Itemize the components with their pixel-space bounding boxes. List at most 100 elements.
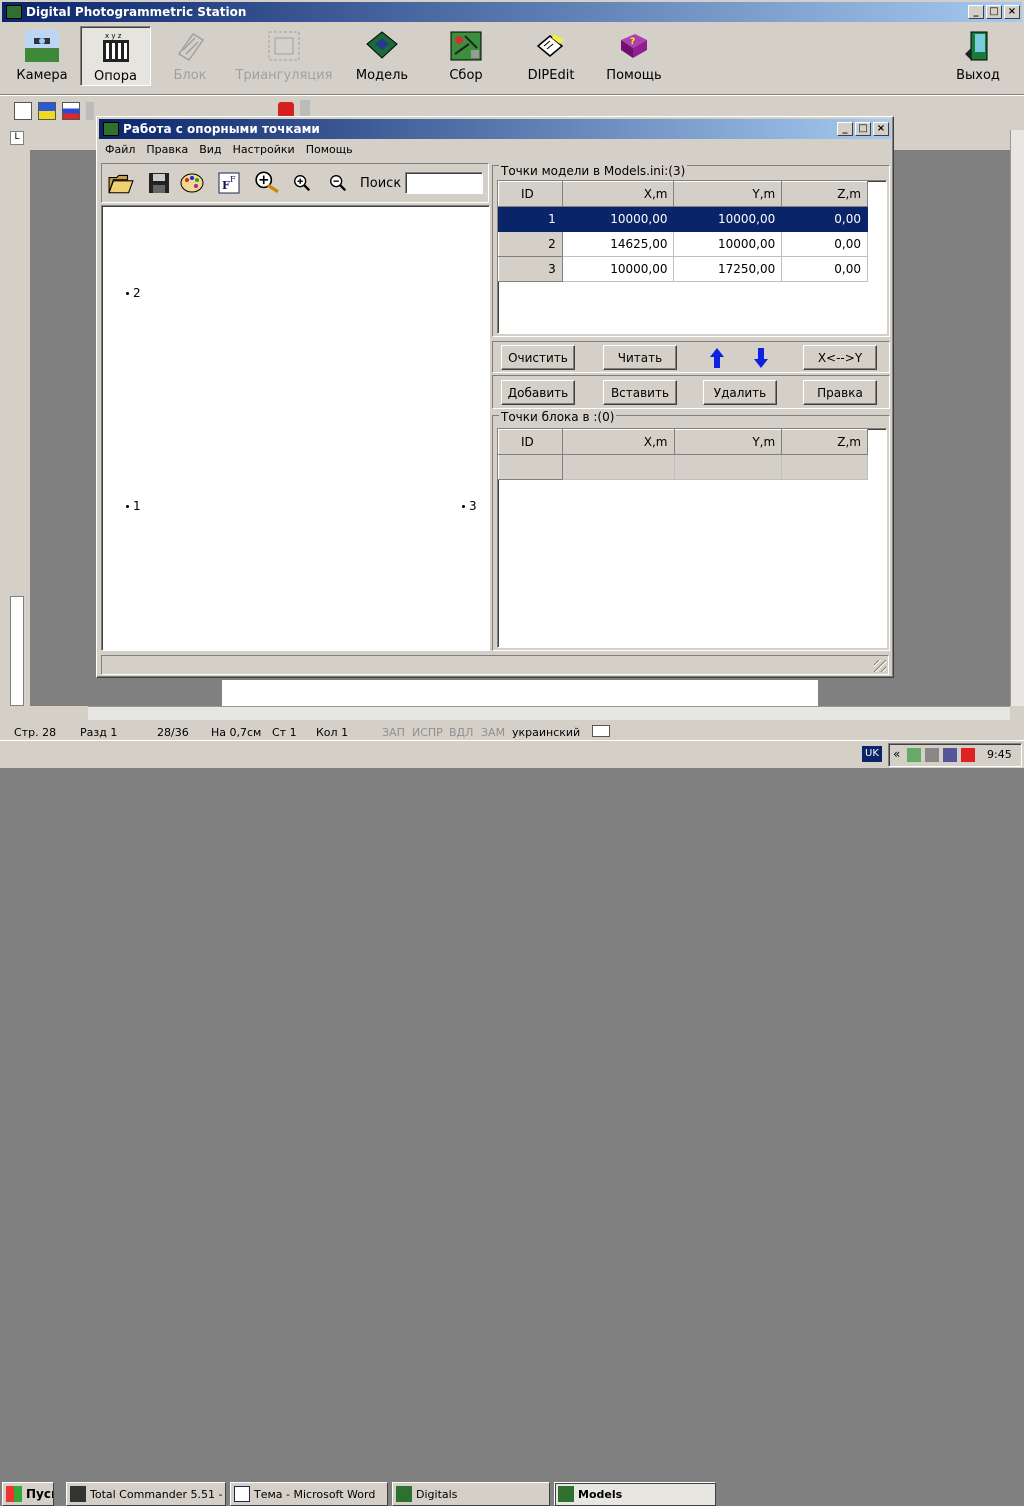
save-disk-icon[interactable] bbox=[148, 172, 170, 194]
resize-grip-icon[interactable] bbox=[874, 660, 886, 672]
font-icon[interactable]: FF bbox=[218, 172, 240, 194]
cell-id[interactable]: 3 bbox=[498, 256, 563, 282]
word-vscroll[interactable] bbox=[1010, 130, 1024, 706]
menu-help[interactable]: Помощь bbox=[306, 143, 353, 156]
task-models[interactable]: Models bbox=[554, 1482, 716, 1506]
col-id[interactable]: ID bbox=[498, 181, 563, 207]
word-view-buttons[interactable] bbox=[10, 706, 86, 720]
table-row[interactable]: 2 14625,00 10000,00 0,00 bbox=[498, 231, 868, 257]
cell-x[interactable]: 14625,00 bbox=[562, 231, 675, 257]
tray-expand-icon[interactable]: « bbox=[893, 747, 900, 761]
task-digitals[interactable]: Digitals bbox=[392, 1482, 550, 1506]
swap-xy-button[interactable]: X<-->Y bbox=[803, 345, 877, 370]
toolbar-camera-button[interactable]: Камера bbox=[12, 26, 72, 84]
cell-z[interactable]: 0,00 bbox=[781, 256, 868, 282]
menu-settings[interactable]: Настройки bbox=[233, 143, 295, 156]
spellcheck-icon[interactable] bbox=[14, 102, 32, 120]
tray-monitor-icon[interactable] bbox=[943, 748, 957, 762]
menu-view[interactable]: Вид bbox=[199, 143, 221, 156]
word-hscroll[interactable] bbox=[88, 706, 1010, 720]
toolbar-model-button[interactable]: Модель bbox=[352, 26, 412, 84]
move-down-arrow-icon[interactable] bbox=[753, 347, 769, 369]
point-label-1[interactable]: 1 bbox=[126, 499, 141, 513]
start-button[interactable]: Пуск bbox=[2, 1482, 54, 1506]
menu-edit[interactable]: Правка bbox=[146, 143, 188, 156]
toolbar-block-button[interactable]: Блок bbox=[160, 26, 220, 84]
zoom-in-icon[interactable] bbox=[292, 173, 312, 193]
menu-file[interactable]: Файл bbox=[105, 143, 135, 156]
status-ext[interactable]: ВДЛ bbox=[449, 726, 473, 739]
cell-x[interactable] bbox=[562, 454, 675, 480]
status-ovr[interactable]: ЗАМ bbox=[481, 726, 505, 739]
col-z[interactable]: Z,m bbox=[781, 429, 868, 455]
point-label-2[interactable]: 2 bbox=[126, 286, 141, 300]
close-button[interactable]: × bbox=[1004, 5, 1020, 19]
move-up-arrow-icon[interactable] bbox=[709, 347, 725, 369]
col-y[interactable]: Y,m bbox=[673, 429, 783, 455]
task-total-commander[interactable]: Total Commander 5.51 - ... bbox=[66, 1482, 226, 1506]
col-z[interactable]: Z,m bbox=[781, 181, 868, 207]
read-button[interactable]: Читать bbox=[603, 345, 677, 370]
table-row[interactable] bbox=[498, 454, 868, 480]
tray-network-icon[interactable] bbox=[907, 748, 921, 762]
toolbar-overflow-icon[interactable] bbox=[86, 102, 94, 120]
status-trk[interactable]: ИСПР bbox=[412, 726, 443, 739]
cell-x[interactable]: 10000,00 bbox=[562, 206, 675, 232]
toolbar-control-points-button[interactable]: x y z Опора bbox=[80, 26, 151, 86]
main-titlebar[interactable]: Digital Photogrammetric Station _ □ × bbox=[2, 2, 1022, 22]
edit-button[interactable]: Правка bbox=[803, 380, 877, 405]
cell-y[interactable] bbox=[674, 454, 783, 480]
open-folder-icon[interactable] bbox=[108, 171, 134, 195]
add-point-icon[interactable] bbox=[254, 170, 280, 194]
toolbar-dipedit-button[interactable]: DIPEdit bbox=[520, 26, 582, 84]
cell-y[interactable]: 17250,00 bbox=[673, 256, 783, 282]
flag-ru-icon[interactable] bbox=[62, 102, 80, 120]
col-x[interactable]: X,m bbox=[561, 181, 675, 207]
col-y[interactable]: Y,m bbox=[673, 181, 783, 207]
table-row[interactable]: 1 10000,00 10000,00 0,00 bbox=[498, 206, 868, 232]
dialog-maximize-button[interactable]: □ bbox=[855, 122, 871, 136]
point-label-3[interactable]: 3 bbox=[462, 499, 477, 513]
word-ruler-corner[interactable]: L bbox=[10, 131, 24, 145]
clear-button[interactable]: Очистить bbox=[501, 345, 575, 370]
col-x[interactable]: X,m bbox=[561, 429, 675, 455]
col-id[interactable]: ID bbox=[498, 429, 563, 455]
minimize-button[interactable]: _ bbox=[968, 5, 984, 19]
flag-ua-icon[interactable] bbox=[38, 102, 56, 120]
toolbar-exit-button[interactable]: Выход bbox=[952, 26, 1004, 84]
cell-z[interactable]: 0,00 bbox=[781, 206, 868, 232]
cell-id[interactable]: 2 bbox=[498, 231, 563, 257]
clock[interactable]: 9:45 bbox=[987, 748, 1012, 761]
maximize-button[interactable]: □ bbox=[986, 5, 1002, 19]
task-word[interactable]: Тема - Microsoft Word bbox=[230, 1482, 388, 1506]
tray-antivirus-icon[interactable] bbox=[961, 748, 975, 762]
cell-id[interactable]: 1 bbox=[498, 206, 563, 232]
cell-z[interactable] bbox=[781, 454, 868, 480]
cell-x[interactable]: 10000,00 bbox=[562, 256, 675, 282]
cell-z[interactable]: 0,00 bbox=[781, 231, 868, 257]
dialog-titlebar[interactable]: Работа с опорными точками _ □ × bbox=[99, 119, 891, 139]
language-indicator[interactable]: UK bbox=[862, 746, 882, 762]
search-input[interactable] bbox=[405, 172, 483, 194]
cell-y[interactable]: 10000,00 bbox=[673, 231, 783, 257]
tray-device-icon[interactable] bbox=[925, 748, 939, 762]
zoom-out-icon[interactable] bbox=[328, 173, 348, 193]
delete-button[interactable]: Удалить bbox=[703, 380, 777, 405]
spelling-status-icon[interactable] bbox=[592, 725, 610, 737]
status-line: Ст 1 bbox=[272, 726, 297, 739]
status-rec[interactable]: ЗАП bbox=[382, 726, 405, 739]
toolbar-triangulation-button[interactable]: Триангуляция bbox=[234, 26, 334, 84]
cell-id[interactable] bbox=[498, 454, 563, 480]
word-page bbox=[222, 680, 818, 706]
dialog-close-button[interactable]: × bbox=[873, 122, 889, 136]
insert-button[interactable]: Вставить bbox=[603, 380, 677, 405]
toolbar-collect-button[interactable]: Сбор bbox=[436, 26, 496, 84]
table-row[interactable]: 3 10000,00 17250,00 0,00 bbox=[498, 256, 868, 282]
toolbar-help-button[interactable]: ? Помощь bbox=[602, 26, 666, 84]
dialog-menu-bar: Файл Правка Вид Настройки Помощь bbox=[105, 141, 364, 157]
dialog-minimize-button[interactable]: _ bbox=[837, 122, 853, 136]
palette-icon[interactable] bbox=[180, 172, 204, 194]
cell-y[interactable]: 10000,00 bbox=[673, 206, 783, 232]
add-button[interactable]: Добавить bbox=[501, 380, 575, 405]
points-canvas[interactable]: 2 1 3 bbox=[101, 205, 490, 651]
